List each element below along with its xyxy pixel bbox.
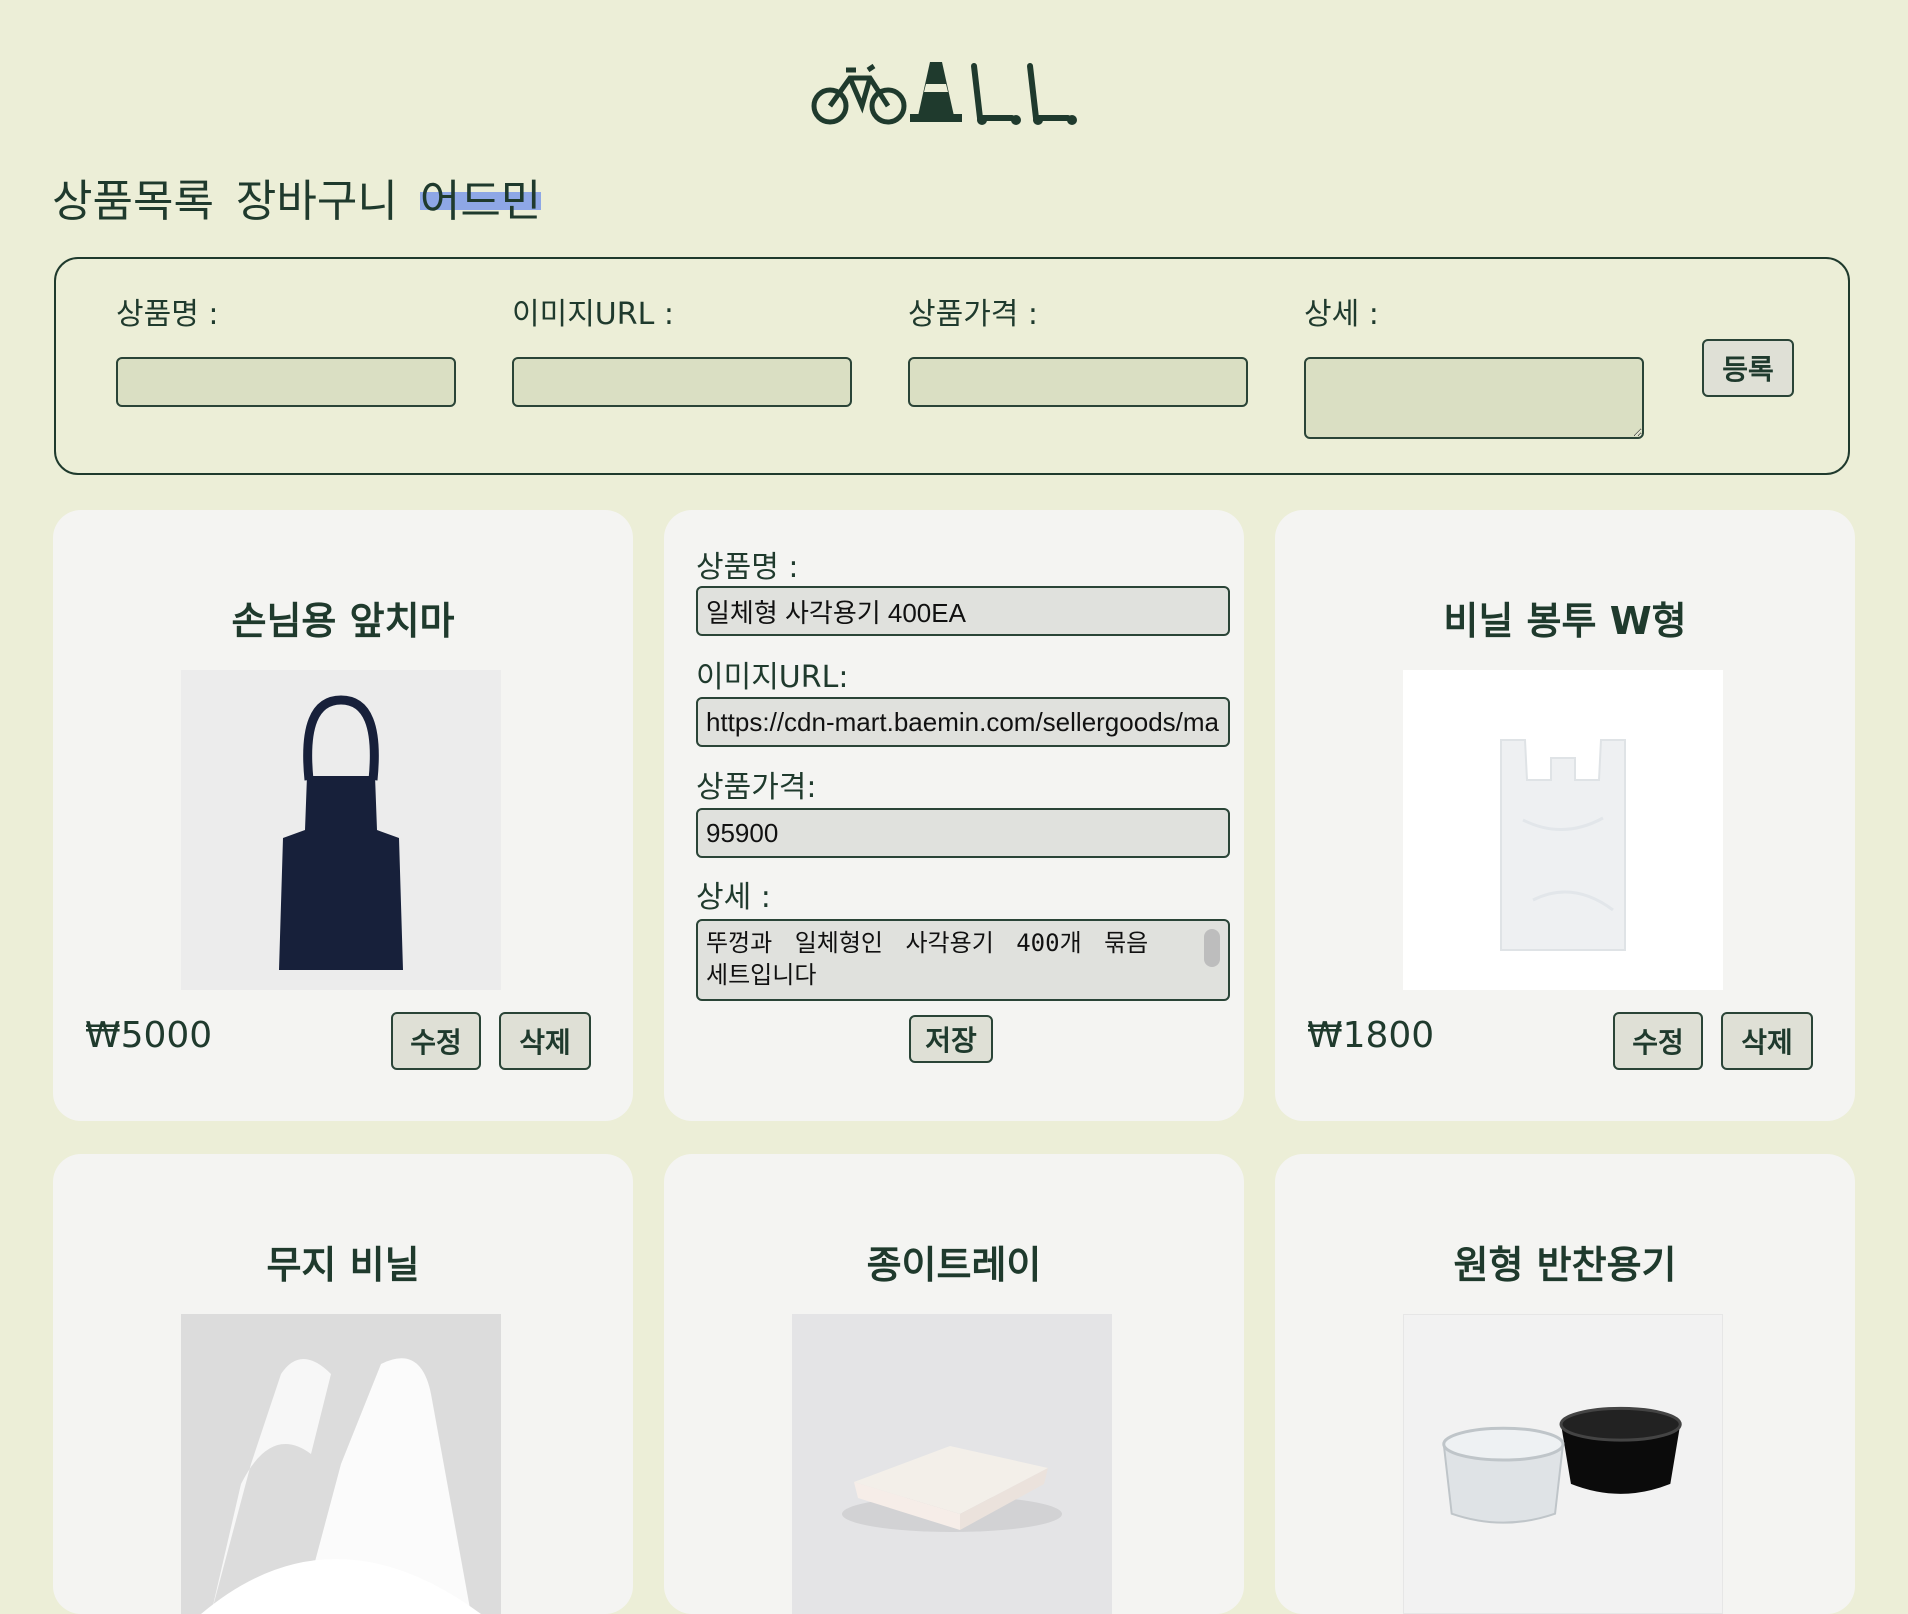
- detail-textarea[interactable]: [1304, 357, 1644, 439]
- product-title: 손님용 앞치마: [231, 599, 455, 643]
- edit-button[interactable]: 수정: [391, 1012, 481, 1070]
- price-input[interactable]: [908, 357, 1248, 407]
- product-price: ₩5000: [85, 1015, 213, 1056]
- bicycle-cone-scooter-logo[interactable]: [810, 58, 1100, 128]
- edit-detail-text: 뚜껑과 일체형인 사각용기 400개 묶음 세트입니다: [706, 929, 1149, 989]
- image-url-input[interactable]: [512, 357, 852, 407]
- price-field-group: 상품가격 :: [908, 289, 1248, 407]
- price-label: 상품가격 :: [908, 297, 1039, 332]
- product-card: 무지 비닐: [53, 1154, 633, 1614]
- delete-button[interactable]: 삭제: [1721, 1012, 1813, 1070]
- product-card: 원형 반찬용기: [1275, 1154, 1855, 1614]
- product-title: 무지 비닐: [266, 1243, 420, 1287]
- detail-label: 상세 :: [1304, 297, 1379, 332]
- apron-image: [181, 670, 501, 990]
- image-field-group: 이미지URL :: [512, 289, 852, 407]
- edit-detail-label: 상세 :: [696, 880, 771, 915]
- product-title: 원형 반찬용기: [1453, 1243, 1677, 1287]
- name-field-group: 상품명 :: [116, 289, 456, 407]
- round-containers-image: [1403, 1314, 1723, 1614]
- product-card: 비닐 봉투 W형 ₩1800 수정 삭제: [1275, 510, 1855, 1121]
- nav-item-cart[interactable]: 장바구니: [236, 165, 398, 229]
- edit-image-url-label: 이미지URL:: [696, 660, 849, 695]
- product-card: 손님용 앞치마 ₩5000 수정 삭제: [53, 510, 633, 1121]
- paper-tray-image: [792, 1314, 1112, 1614]
- product-title: 비닐 봉투 W형: [1443, 599, 1687, 643]
- image-url-label: 이미지URL :: [512, 297, 674, 332]
- product-edit-card: 상품명 : 이미지URL: 상품가격: 상세 : 뚜껑과 일체형인 사각용기 4…: [664, 510, 1244, 1121]
- product-price: ₩1800: [1307, 1015, 1435, 1056]
- nav-item-products[interactable]: 상품목록: [52, 165, 214, 229]
- product-card: 종이트레이: [664, 1154, 1244, 1614]
- textarea-scrollbar[interactable]: [1204, 929, 1220, 967]
- detail-field-group: 상세 :: [1304, 289, 1644, 443]
- name-label: 상품명 :: [116, 297, 219, 332]
- name-input[interactable]: [116, 357, 456, 407]
- edit-name-label: 상품명 :: [696, 550, 799, 585]
- nav-item-admin[interactable]: 어드민: [419, 165, 542, 229]
- edit-detail-textarea[interactable]: 뚜껑과 일체형인 사각용기 400개 묶음 세트입니다: [696, 919, 1230, 1001]
- save-button[interactable]: 저장: [909, 1015, 993, 1063]
- register-button[interactable]: 등록: [1702, 339, 1794, 397]
- main-nav: 상품목록 장바구니 어드민: [52, 165, 542, 229]
- edit-price-label: 상품가격:: [696, 770, 817, 805]
- product-register-form: 상품명 : 이미지URL : 상품가격 : 상세 : 등록: [54, 257, 1850, 475]
- delete-button[interactable]: 삭제: [499, 1012, 591, 1070]
- edit-button[interactable]: 수정: [1613, 1012, 1703, 1070]
- plastic-bag-image: [1403, 670, 1723, 990]
- white-vinyl-bag-image: [181, 1314, 501, 1614]
- product-title: 종이트레이: [866, 1243, 1042, 1287]
- edit-price-input[interactable]: [696, 808, 1230, 858]
- edit-name-input[interactable]: [696, 586, 1230, 636]
- edit-image-url-input[interactable]: [696, 697, 1230, 747]
